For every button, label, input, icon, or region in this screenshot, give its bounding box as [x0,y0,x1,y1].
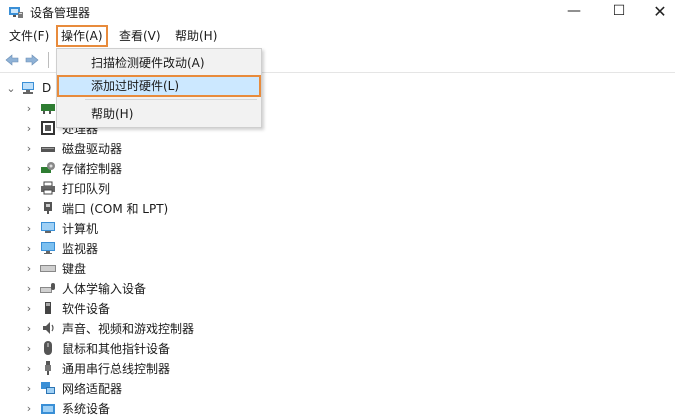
menu-item-label: 添加过时硬件(L) [91,79,180,93]
menu-help[interactable]: 帮助(H) [172,27,220,45]
tree-item-label: 系统设备 [62,401,111,416]
menu-item-label: 扫描检测硬件改动(A) [91,56,205,70]
printer-icon [41,181,55,195]
storage-controller-icon [41,162,55,173]
maximize-button[interactable]: ☐ [597,0,641,22]
tree-item-disk-drives[interactable]: › 磁盘驱动器 [0,138,675,158]
tree-item-mice[interactable]: › 鼠标和其他指针设备 [0,338,675,358]
chevron-right-icon[interactable]: › [24,278,34,298]
chevron-right-icon[interactable]: › [24,158,34,178]
menu-item-help[interactable]: 帮助(H) [57,103,261,125]
chevron-right-icon[interactable]: › [24,318,34,338]
tree-item-sound-video-game[interactable]: › 声音、视频和游戏控制器 [0,318,675,338]
monitor-icon [41,242,55,254]
tree-item-software-devices[interactable]: › 软件设备 [0,298,675,318]
toolbar-separator [48,52,49,68]
chevron-right-icon[interactable]: › [24,138,34,158]
hid-icon [40,283,55,293]
menu-view[interactable]: 查看(V) [116,27,164,45]
tree-item-label: 磁盘驱动器 [62,141,123,156]
tree-item-computer[interactable]: › 计算机 [0,218,675,238]
menu-item-scan-hardware-changes[interactable]: 扫描检测硬件改动(A) [57,52,261,74]
speaker-icon [43,322,54,334]
tree-item-label: 存储控制器 [62,161,123,176]
tree-item-keyboards[interactable]: › 键盘 [0,258,675,278]
tree-item-monitors[interactable]: › 监视器 [0,238,675,258]
tree-item-label: 通用串行总线控制器 [62,361,171,376]
tree-item-system-devices[interactable]: › 系统设备 [0,398,675,418]
tree-item-hid[interactable]: › 人体学输入设备 [0,278,675,298]
usb-icon [45,361,51,375]
chevron-right-icon[interactable]: › [24,358,34,378]
tree-item-label: 鼠标和其他指针设备 [62,341,171,356]
tree-root-label: D [42,81,52,95]
tree-item-label: 人体学输入设备 [62,281,147,296]
arrow-right-icon [25,54,39,66]
arrow-left-icon [5,54,19,66]
chevron-right-icon[interactable]: › [24,118,34,138]
tree-item-network-adapters[interactable]: › 网络适配器 [0,378,675,398]
forward-button[interactable] [23,52,41,68]
tree-item-label: 声音、视频和游戏控制器 [62,321,195,336]
menu-item-add-legacy-hardware[interactable]: 添加过时硬件(L) [57,75,261,97]
menu-file[interactable]: 文件(F) [6,27,52,45]
tree-item-label: 监视器 [62,241,99,256]
mouse-icon [44,341,52,355]
tree-item-ports[interactable]: › 端口 (COM 和 LPT) [0,198,675,218]
tree-item-usb[interactable]: › 通用串行总线控制器 [0,358,675,378]
tree-item-label: 计算机 [62,221,99,236]
computer-root-icon [22,82,34,94]
title-bar: 设备管理器 — ☐ ✕ [0,0,675,24]
system-device-icon [41,404,55,414]
menu-bar: 文件(F) 操作(A) 查看(V) 帮助(H) [0,24,675,48]
computer-icon [41,222,55,233]
chevron-right-icon[interactable]: › [24,218,34,238]
chevron-right-icon[interactable]: › [24,378,34,398]
tree-item-label: 软件设备 [62,301,111,316]
tree-item-label: 打印队列 [62,181,111,196]
chevron-right-icon[interactable]: › [24,238,34,258]
tree-item-label: 端口 (COM 和 LPT) [62,201,169,216]
menu-separator [85,99,257,100]
chevron-down-icon[interactable]: ⌄ [6,78,16,98]
chevron-right-icon[interactable]: › [24,98,34,118]
software-device-icon [45,302,51,314]
tree-item-label: 网络适配器 [62,381,123,396]
processor-icon [41,121,55,135]
display-adapter-icon [41,104,55,114]
keyboard-icon [40,265,56,272]
tree-item-print-queues[interactable]: › 打印队列 [0,178,675,198]
menu-action[interactable]: 操作(A) [56,25,108,47]
menu-item-label: 帮助(H) [91,107,134,121]
chevron-right-icon[interactable]: › [24,258,34,278]
chevron-right-icon[interactable]: › [24,178,34,198]
close-button[interactable]: ✕ [638,0,675,22]
chevron-right-icon[interactable]: › [24,338,34,358]
tree-item-storage-controllers[interactable]: › 存储控制器 [0,158,675,178]
window-title: 设备管理器 [30,6,91,20]
minimize-button[interactable]: — [552,0,596,22]
chevron-right-icon[interactable]: › [24,298,34,318]
action-menu-dropdown: 扫描检测硬件改动(A) 添加过时硬件(L) 帮助(H) [56,48,262,128]
network-adapter-icon [41,382,55,394]
back-button[interactable] [3,52,21,68]
port-icon [44,202,52,214]
chevron-right-icon[interactable]: › [24,398,34,418]
device-manager-icon [9,7,23,18]
chevron-right-icon[interactable]: › [24,198,34,218]
disk-drive-icon [41,147,55,152]
tree-item-label: 键盘 [62,261,87,276]
